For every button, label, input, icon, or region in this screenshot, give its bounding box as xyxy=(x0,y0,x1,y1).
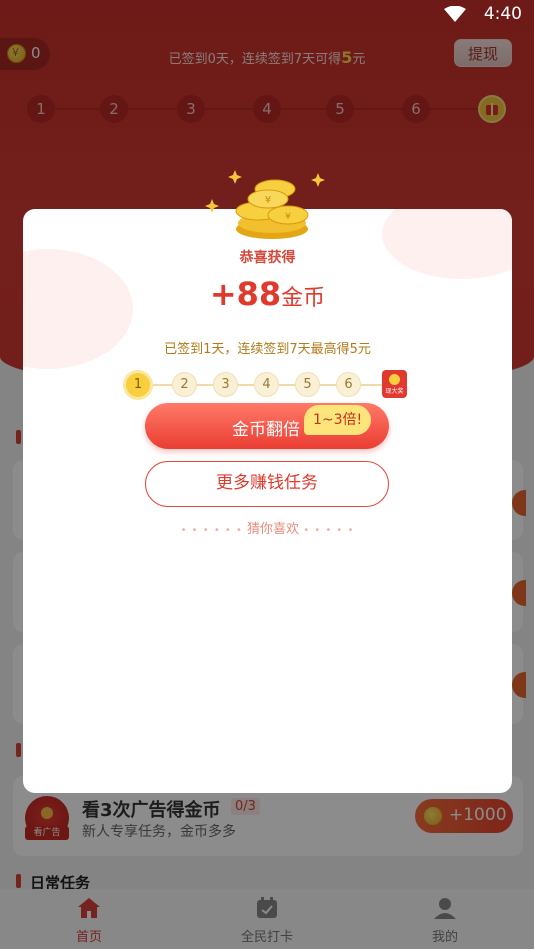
status-bar: 4:40 xyxy=(0,0,534,30)
guess-you-like-label: • • • • • • 猜你喜欢 • • • • • xyxy=(180,522,355,537)
modal-day-5: 5 xyxy=(295,372,320,397)
congrats-label: 恭喜获得 xyxy=(239,250,296,266)
modal-day-4: 4 xyxy=(254,372,279,397)
multiplier-badge: 1~3倍! xyxy=(304,405,372,435)
reward-modal: 恭喜获得 +88金币 已签到1天，连续签到7天最高得5元 1 2 3 4 5 6… xyxy=(23,209,512,793)
wifi-icon xyxy=(444,6,466,22)
svg-text:¥: ¥ xyxy=(265,195,271,206)
modal-day-6: 6 xyxy=(336,372,361,397)
modal-day-3: 3 xyxy=(213,372,238,397)
gold-coins-icon: ¥ ¥ xyxy=(205,170,325,239)
status-time: 4:40 xyxy=(483,4,522,24)
more-tasks-button[interactable]: 更多赚钱任务 xyxy=(145,461,389,507)
modal-day-2: 2 xyxy=(172,372,197,397)
modal-subtitle: 已签到1天，连续签到7天最高得5元 xyxy=(164,342,371,357)
big-prize-icon: 现大奖 xyxy=(382,370,407,398)
svg-text:¥: ¥ xyxy=(285,212,291,222)
modal-day-1: 1 xyxy=(123,370,153,400)
reward-amount: +88金币 xyxy=(209,275,326,313)
